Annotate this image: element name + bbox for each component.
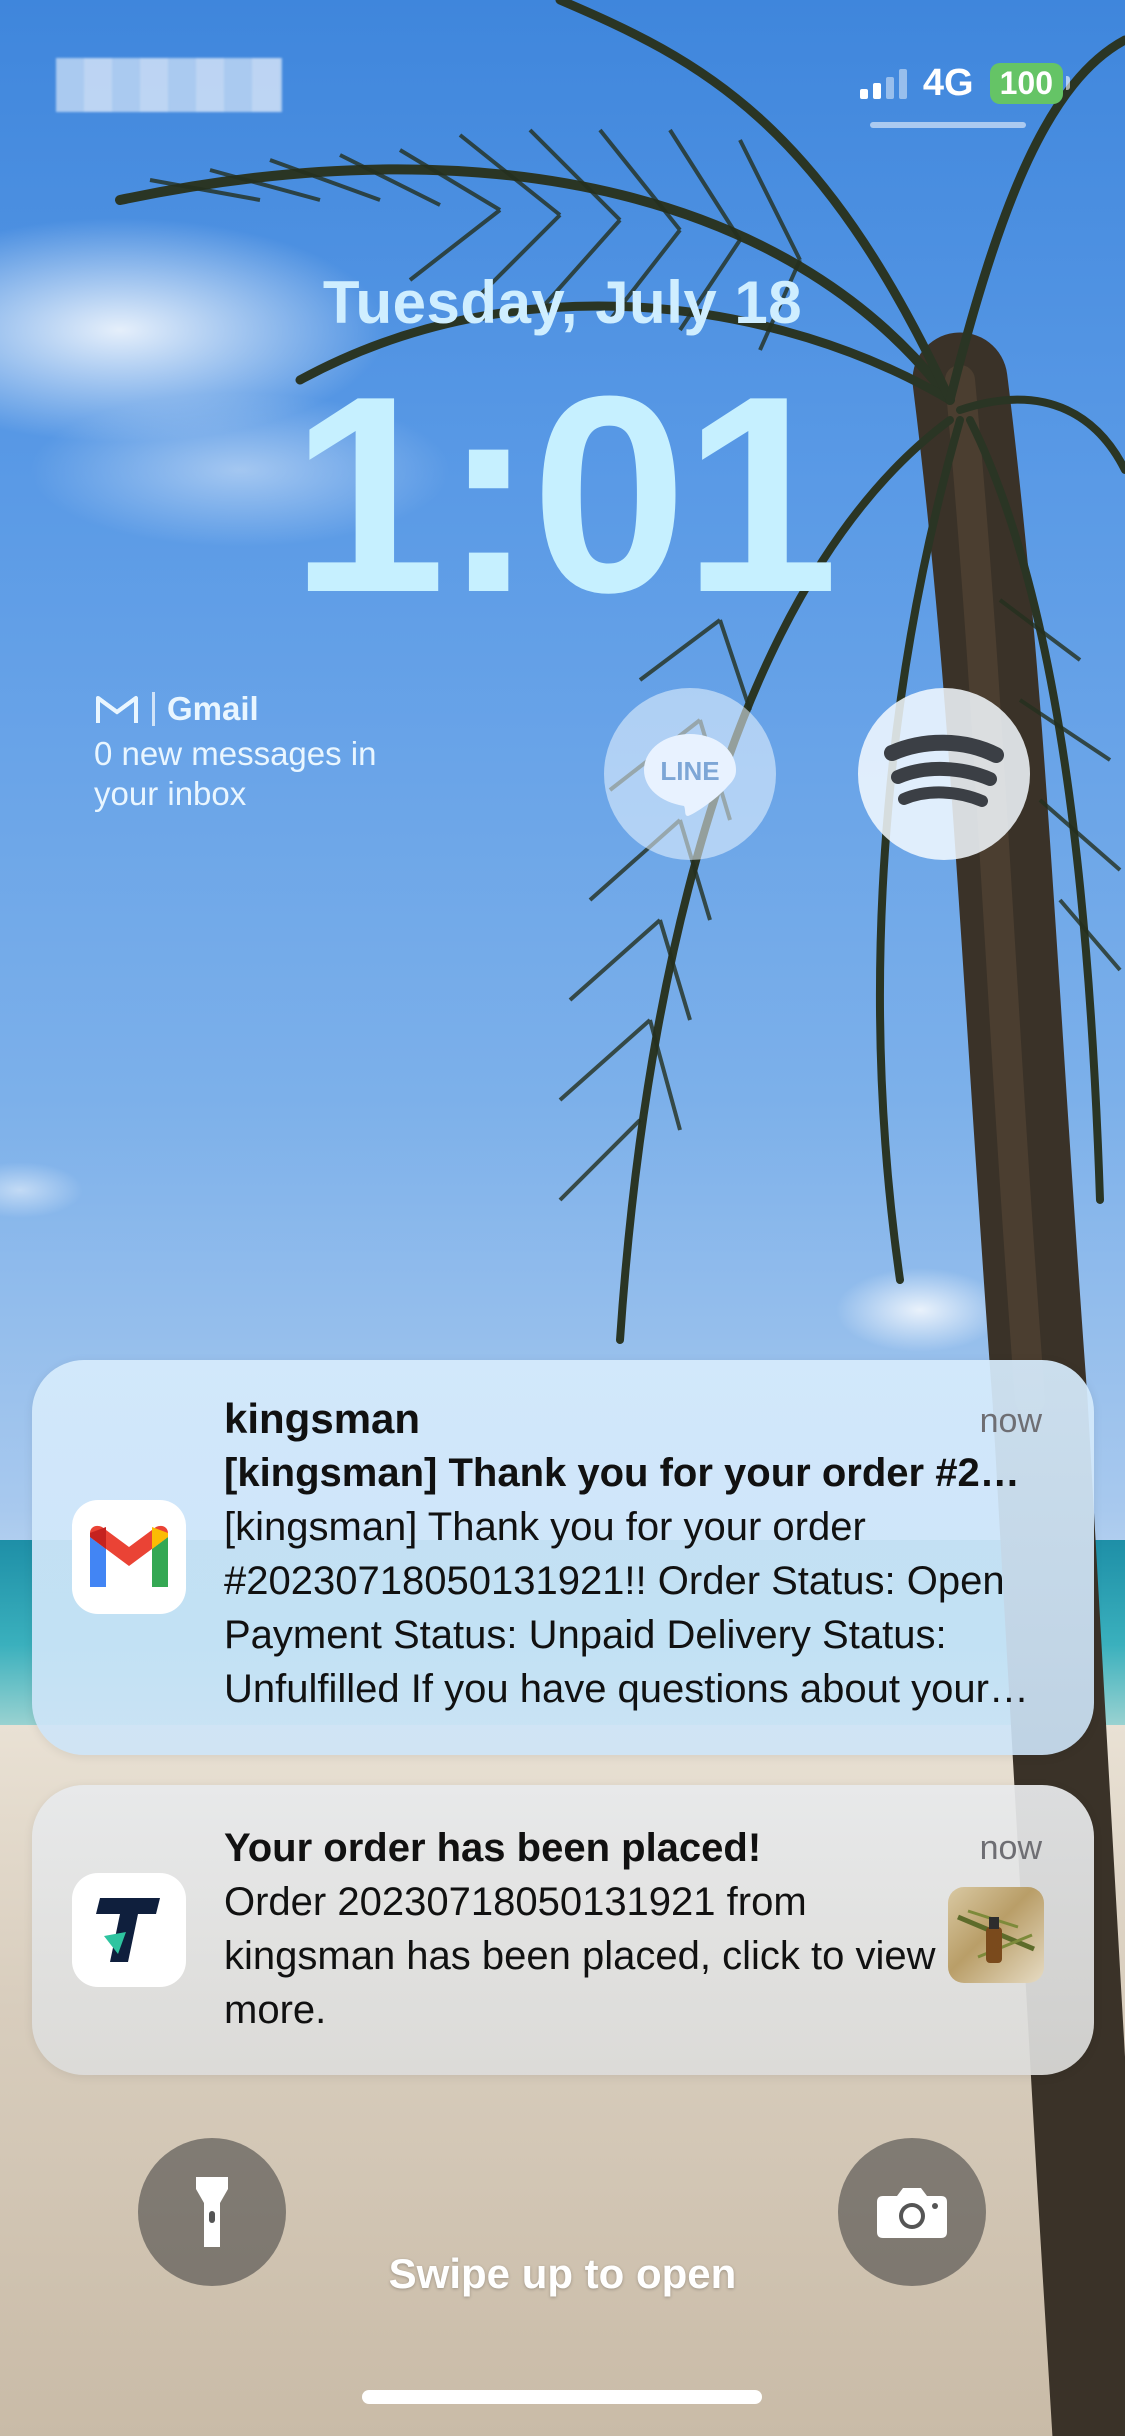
control-center-indicator[interactable] bbox=[870, 122, 1026, 128]
cellular-signal-icon bbox=[859, 68, 907, 99]
home-indicator[interactable] bbox=[362, 2390, 762, 2404]
notification-title: Your order has been placed! bbox=[224, 1826, 762, 1870]
notification-title: [kingsman] Thank you for your order #202… bbox=[224, 1451, 1034, 1495]
battery-indicator: 100 bbox=[989, 63, 1071, 104]
t-app-icon bbox=[72, 1873, 186, 1987]
notification-timestamp: now bbox=[979, 1829, 1042, 1867]
lock-time: 1:01 bbox=[290, 339, 838, 651]
line-icon: LINE bbox=[644, 734, 736, 816]
status-bar: 4G 100 bbox=[859, 62, 1071, 105]
widget-divider bbox=[152, 692, 155, 726]
lock-date: Tuesday, July 18 bbox=[322, 269, 803, 336]
notification-sender: kingsman bbox=[224, 1395, 421, 1442]
spotify-icon bbox=[884, 734, 1004, 807]
notification-body: Order 20230718050131921 from kingsman ha… bbox=[224, 1880, 936, 2032]
gmail-widget-title: Gmail bbox=[167, 690, 259, 727]
gmail-widget[interactable]: Gmail 0 new messages in your inbox bbox=[94, 690, 424, 814]
spotify-widget[interactable] bbox=[858, 688, 1030, 860]
notification-timestamp: now bbox=[979, 1402, 1042, 1440]
line-widget[interactable]: LINE bbox=[604, 688, 776, 860]
notification-gmail[interactable]: kingsman [kingsman] Thank you for your o… bbox=[32, 1360, 1094, 1755]
flashlight-icon bbox=[196, 2177, 228, 2247]
blurred-carrier-area bbox=[56, 58, 282, 112]
notification-order-placed[interactable]: Your order has been placed! Order 202307… bbox=[32, 1785, 1094, 2075]
gmail-icon bbox=[72, 1500, 186, 1614]
line-label: LINE bbox=[660, 756, 719, 786]
product-thumbnail bbox=[948, 1887, 1044, 1983]
swipe-hint: Swipe up to open bbox=[388, 2250, 737, 2297]
gmail-widget-message: 0 new messages in your inbox bbox=[94, 735, 377, 812]
gmail-outline-icon bbox=[96, 696, 138, 723]
network-type: 4G bbox=[922, 62, 974, 104]
camera-icon bbox=[877, 2188, 947, 2238]
notification-body: [kingsman] Thank you for your order #202… bbox=[224, 1505, 1005, 1711]
